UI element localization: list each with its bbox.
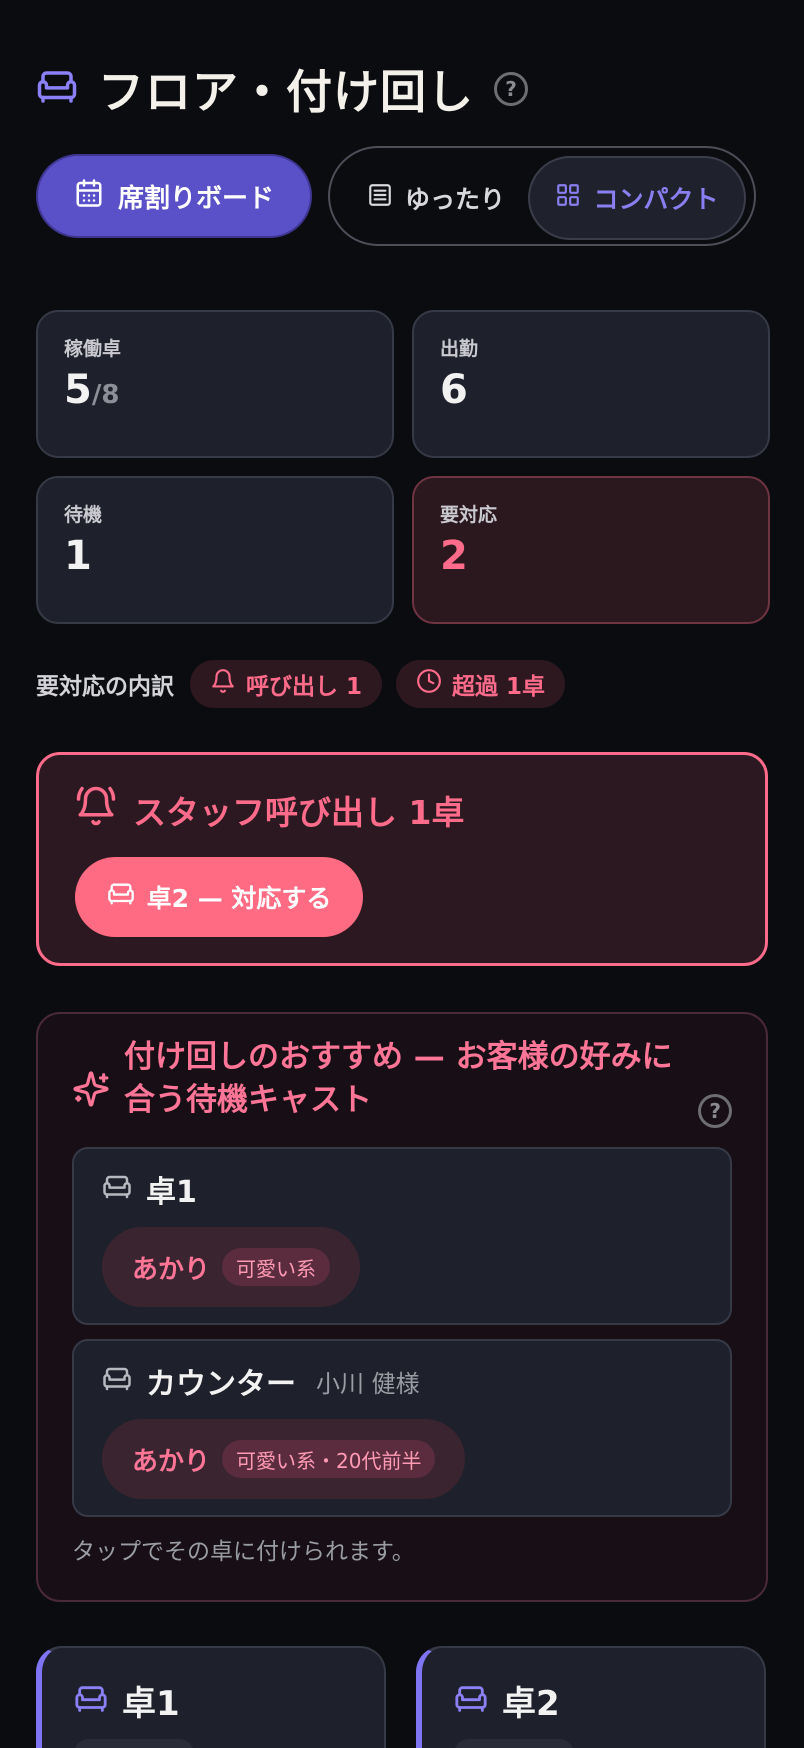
sofa-icon: [102, 1364, 132, 1398]
table-name: 卓2: [502, 1684, 560, 1724]
stat-value: 6: [440, 367, 468, 413]
mode-row: 席割りボード ゆったり コンパクト: [36, 146, 756, 246]
help-icon[interactable]: ?: [698, 1094, 732, 1128]
sofa-icon: [102, 1172, 132, 1206]
staff-call-text: スタッフ呼び出し 1卓: [133, 793, 465, 832]
page-title: フロア・付け回し: [98, 65, 474, 119]
table-status-pill: [74, 1739, 194, 1748]
recommendation-card: 付け回しのおすすめ — お客様の好みに合う待機キャスト ? 卓1 あかり 可愛い…: [36, 1012, 768, 1602]
table-card[interactable]: 卓2: [416, 1646, 766, 1748]
recommendation-item: カウンター 小川 健様 あかり 可愛い系・20代前半: [72, 1339, 732, 1517]
grid-icon: [555, 182, 581, 214]
recommendation-table-row: 卓1: [102, 1167, 702, 1211]
stat-needs-action[interactable]: 要対応 2: [412, 476, 770, 624]
cast-name: あかり: [132, 1254, 211, 1285]
compact-label: コンパクト: [593, 185, 719, 214]
overtime-chip[interactable]: 超過 1卓: [396, 660, 566, 708]
clock-icon: [416, 668, 442, 700]
guest-name: 小川 健様: [316, 1369, 420, 1398]
page-header: フロア・付け回し ?: [36, 56, 528, 122]
stat-label: 待機: [64, 504, 103, 526]
bell-ring-icon: [75, 785, 117, 835]
table-card-header: 卓2: [454, 1676, 732, 1725]
call-chip[interactable]: 呼び出し 1: [190, 660, 383, 708]
seat-board-label: 席割りボード: [117, 183, 274, 214]
calendar-icon: [74, 178, 104, 215]
stat-active-tables: 稼働卓 5/8: [36, 310, 394, 458]
recommendation-table-name: 卓1: [146, 1175, 197, 1210]
call-chip-label: 呼び出し 1: [246, 674, 363, 700]
stat-label: 要対応: [440, 504, 498, 526]
stat-label: 出勤: [440, 338, 479, 360]
seat-board-button[interactable]: 席割りボード: [36, 154, 312, 238]
spacious-label: ゆったり: [404, 185, 505, 214]
overtime-chip-label: 超過 1卓: [452, 674, 546, 700]
sparkles-icon: [72, 1070, 110, 1112]
recommendation-item: 卓1 あかり 可愛い系: [72, 1147, 732, 1325]
breakdown-label: 要対応の内訳: [36, 674, 174, 700]
cast-suggestion-button[interactable]: あかり 可愛い系: [102, 1227, 361, 1307]
stat-value: 2: [440, 533, 468, 579]
floor-page: フロア・付け回し ? 席割りボード ゆったり コンパクト 稼働卓 5/8 出勤 …: [0, 0, 804, 1748]
staff-call-card: スタッフ呼び出し 1卓 卓2 — 対応する: [36, 752, 768, 966]
cast-tag: 可愛い系: [222, 1248, 331, 1286]
respond-table-button[interactable]: 卓2 — 対応する: [75, 857, 363, 937]
stat-value: 1: [64, 533, 92, 579]
stat-standby: 待機 1: [36, 476, 394, 624]
staff-call-title: スタッフ呼び出し 1卓: [75, 785, 729, 835]
compact-view-option[interactable]: コンパクト: [528, 156, 746, 240]
bell-icon: [210, 668, 236, 700]
recommendation-hint: タップでその卓に付けられます。: [72, 1539, 415, 1565]
sofa-icon: [454, 1682, 488, 1720]
recommendation-table-name: カウンター: [146, 1367, 296, 1402]
table-status-pill: [454, 1739, 574, 1748]
table-name: 卓1: [122, 1684, 180, 1724]
recommendation-title: 付け回しのおすすめ — お客様の好みに合う待機キャスト: [124, 1039, 673, 1119]
list-icon: [367, 182, 393, 214]
cast-tag: 可愛い系・20代前半: [222, 1440, 436, 1478]
sofa-icon: [107, 880, 135, 914]
table-card-header: 卓1: [74, 1676, 352, 1725]
sofa-icon: [74, 1682, 108, 1720]
recommendation-header: 付け回しのおすすめ — お客様の好みに合う待機キャスト ?: [72, 1036, 732, 1128]
stat-attendance: 出勤 6: [412, 310, 770, 458]
help-icon[interactable]: ?: [494, 72, 528, 106]
recommendation-table-row: カウンター 小川 健様: [102, 1359, 702, 1403]
needs-action-breakdown: 要対応の内訳 呼び出し 1 超過 1卓: [36, 660, 566, 708]
cast-suggestion-button[interactable]: あかり 可愛い系・20代前半: [102, 1419, 466, 1499]
view-density-toggle: ゆったり コンパクト: [328, 146, 756, 246]
stat-value: 5/8: [64, 367, 120, 413]
stat-label: 稼働卓: [64, 338, 122, 360]
table-card[interactable]: 卓1: [36, 1646, 386, 1748]
cast-name: あかり: [132, 1446, 211, 1477]
respond-button-label: 卓2 — 対応する: [146, 884, 332, 913]
spacious-view-option[interactable]: ゆったり: [350, 156, 522, 240]
sofa-icon: [36, 66, 78, 112]
